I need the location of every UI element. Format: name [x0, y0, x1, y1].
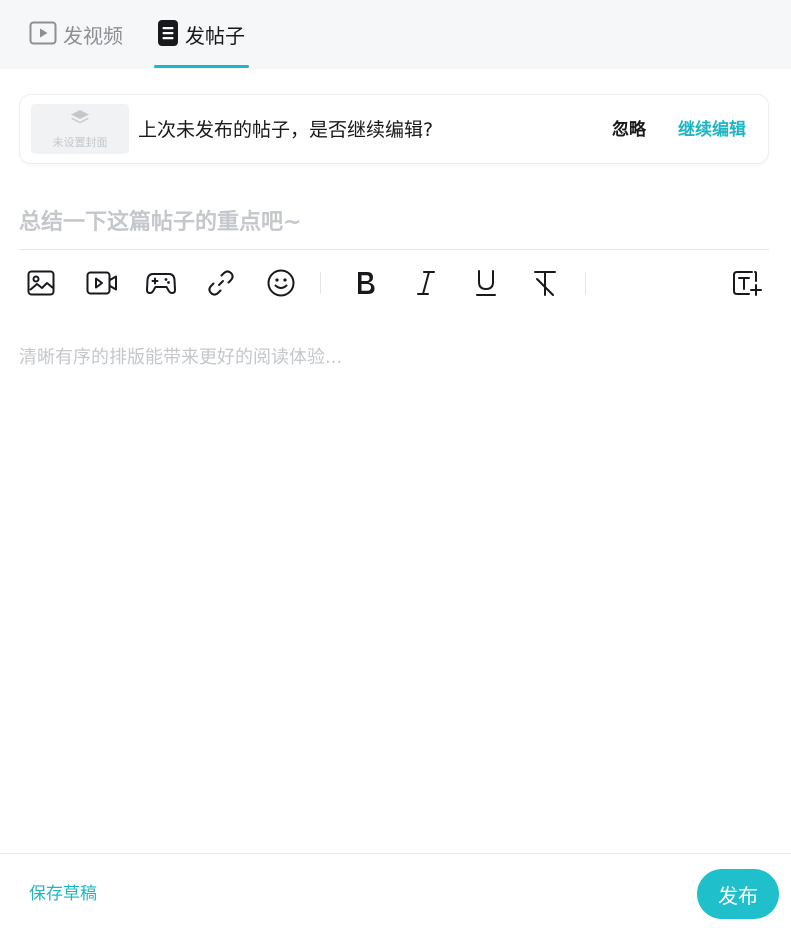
toolbar-separator	[320, 272, 321, 294]
cover-placeholder-text: 未设置封面	[52, 135, 108, 149]
continue-edit-button[interactable]: 继续编辑	[678, 95, 746, 165]
underline-icon	[475, 269, 497, 297]
heading-icon	[732, 269, 762, 297]
footer-bar: 保存草稿 发布	[0, 853, 791, 928]
draft-notice-card: 未设置封面 上次未发布的帖子，是否继续编辑? 忽略 继续编辑	[19, 94, 769, 164]
tab-video[interactable]: 发视频	[29, 0, 123, 69]
insert-emoji-button[interactable]	[259, 262, 303, 304]
link-icon	[207, 269, 235, 297]
title-divider	[19, 249, 769, 250]
clear-format-icon	[533, 269, 559, 297]
ignore-button[interactable]: 忽略	[612, 95, 646, 165]
editor-toolbar	[19, 262, 769, 304]
insert-game-button[interactable]	[139, 262, 183, 304]
underline-button[interactable]	[464, 262, 508, 304]
insert-video-button[interactable]	[80, 262, 124, 304]
draft-message: 上次未发布的帖子，是否继续编辑?	[138, 119, 434, 141]
tab-video-label: 发视频	[63, 24, 123, 48]
active-tab-indicator	[154, 65, 249, 68]
title-input[interactable]	[19, 200, 769, 244]
toolbar-separator	[585, 272, 586, 294]
document-icon	[157, 19, 179, 51]
play-video-icon	[29, 21, 57, 49]
italic-icon	[416, 270, 436, 296]
insert-image-button[interactable]	[19, 262, 63, 304]
image-icon	[27, 270, 55, 296]
publish-button[interactable]: 发布	[697, 869, 779, 919]
bold-button[interactable]	[344, 262, 388, 304]
layers-icon	[70, 109, 90, 131]
save-draft-button[interactable]: 保存草稿	[29, 854, 97, 928]
video-icon	[86, 271, 118, 295]
cover-placeholder: 未设置封面	[31, 104, 129, 154]
tab-post[interactable]: 发帖子	[157, 0, 245, 69]
clear-format-button[interactable]	[524, 262, 568, 304]
heading-button[interactable]	[725, 262, 769, 304]
bold-icon	[355, 270, 377, 296]
tab-bar: 发视频 发帖子	[0, 0, 791, 69]
insert-link-button[interactable]	[199, 262, 243, 304]
body-input[interactable]	[19, 343, 769, 823]
emoji-icon	[267, 269, 295, 297]
game-icon	[146, 271, 176, 295]
italic-button[interactable]	[404, 262, 448, 304]
tab-post-label: 发帖子	[185, 24, 245, 48]
